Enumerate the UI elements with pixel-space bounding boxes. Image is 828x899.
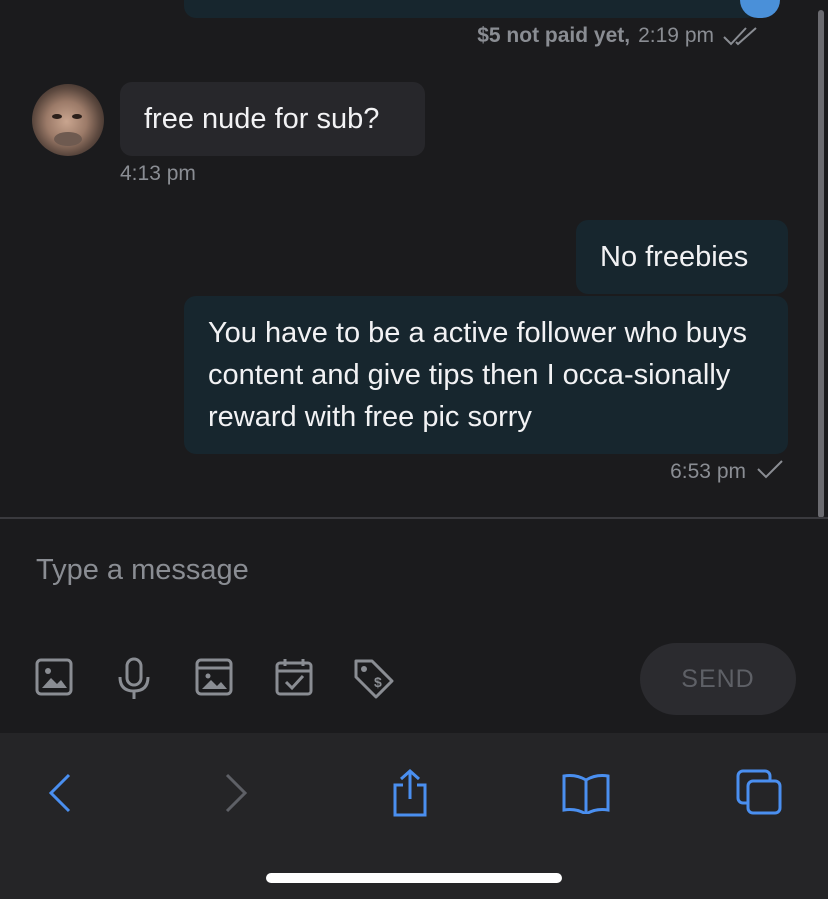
back-icon[interactable]: [30, 763, 90, 823]
outgoing-message-bubble[interactable]: You have to be a active follower who buy…: [184, 296, 788, 454]
image-icon[interactable]: [34, 657, 78, 701]
outgoing-message-bubble[interactable]: No freebies: [576, 220, 788, 294]
microphone-icon[interactable]: [114, 657, 158, 701]
price-tag-icon[interactable]: $: [352, 657, 396, 701]
scrollbar[interactable]: [818, 10, 824, 518]
outgoing-message-text: You have to be a active follower who buy…: [208, 317, 747, 433]
svg-text:$: $: [374, 674, 382, 690]
gallery-icon[interactable]: [194, 657, 238, 701]
previous-message-meta: $5 not paid yet, 2:19 pm: [477, 24, 760, 48]
bookmarks-icon[interactable]: [556, 763, 616, 823]
payment-status: $5 not paid yet,: [477, 24, 631, 47]
outgoing-message-meta: 6:53 pm: [670, 458, 784, 486]
avatar[interactable]: [32, 84, 104, 156]
calendar-icon[interactable]: [274, 657, 318, 701]
outgoing-message-text: No freebies: [600, 241, 749, 273]
tabs-icon[interactable]: [730, 763, 790, 823]
message-input[interactable]: [34, 553, 738, 588]
message-time: 2:19 pm: [638, 24, 714, 47]
chat-thread[interactable]: $5 not paid yet, 2:19 pm free nude for s…: [0, 0, 828, 518]
previous-message-bubble: [184, 0, 758, 18]
incoming-message-time: 4:13 pm: [120, 162, 196, 185]
home-indicator[interactable]: [266, 873, 562, 883]
single-check-icon: [756, 458, 784, 486]
incoming-message-text: free nude for sub?: [144, 103, 380, 135]
message-composer: $ SEND: [0, 519, 828, 733]
send-button[interactable]: SEND: [640, 643, 796, 715]
outgoing-message-time: 6:53 pm: [670, 460, 746, 483]
double-check-icon: [722, 25, 760, 47]
incoming-message-bubble[interactable]: free nude for sub?: [120, 82, 425, 156]
forward-icon[interactable]: [206, 763, 266, 823]
screen: $5 not paid yet, 2:19 pm free nude for s…: [0, 0, 828, 899]
share-icon[interactable]: [380, 763, 440, 823]
browser-toolbar: [0, 733, 828, 899]
